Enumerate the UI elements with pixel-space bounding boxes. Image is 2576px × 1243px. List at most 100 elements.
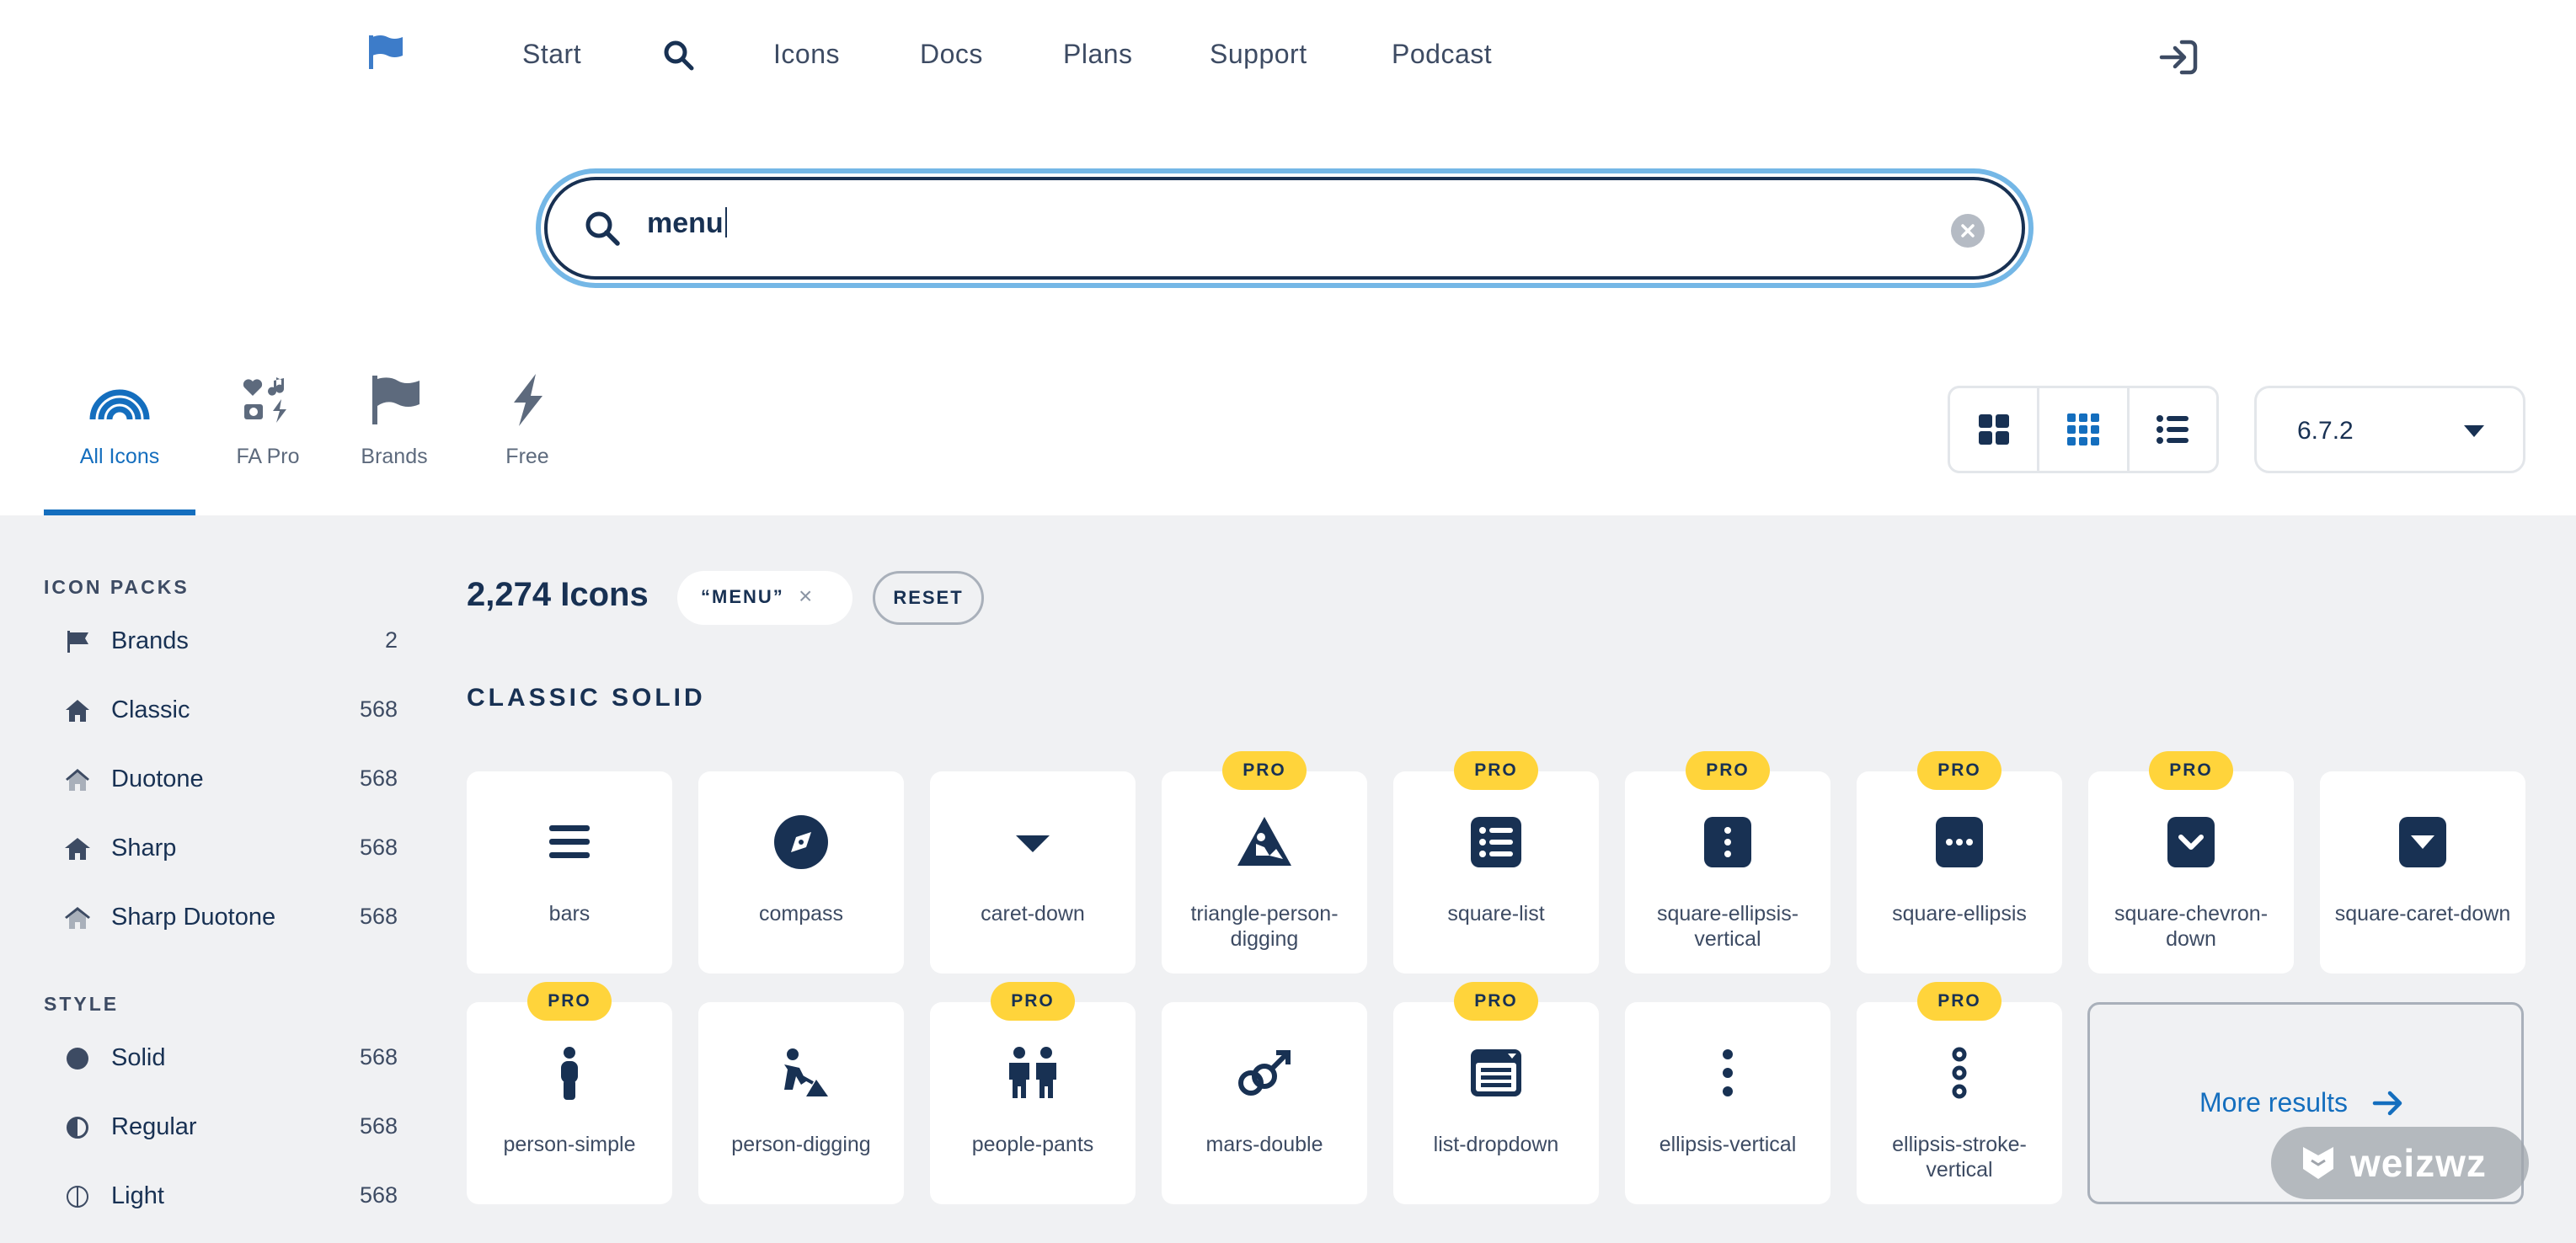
reset-button[interactable]: RESET [873,571,984,625]
icon-name: triangle-person-digging [1190,902,1339,951]
tab-free[interactable]: Free [494,371,561,514]
pro-badge: PRO [1454,751,1538,790]
icon-card[interactable]: PRO square-list [1393,751,1599,974]
ellipsis-stroke-vertical-icon [1931,1044,1988,1102]
icon-card[interactable]: compass [698,771,904,974]
clear-search-button[interactable] [1951,214,1985,248]
active-tab-indicator [44,509,195,515]
icon-name: caret-down [981,902,1085,926]
large-grid-view-button[interactable] [1950,388,2040,471]
ellipsis-vertical-icon [1699,1044,1756,1102]
house-sharp-duotone-icon [64,905,91,931]
icon-card[interactable]: PRO ellipsis-stroke-vertical [1857,982,2062,1204]
small-grid-view-button[interactable] [2039,388,2130,471]
list-icon [2156,415,2189,444]
more-results-label: More results [2199,1087,2349,1118]
tab-label: Free [505,445,549,468]
person-digging-icon [772,1044,830,1102]
pack-filter-classic[interactable]: Classic 568 [44,685,398,754]
search-filter-chip[interactable]: “MENU” × [677,571,852,625]
list-view-button[interactable] [2130,388,2216,471]
icon-name: person-simple [503,1133,636,1156]
bolt-icon [494,371,561,429]
icon-search-box: menu [536,168,2034,288]
style-count: 568 [359,1044,398,1070]
results-count: 2,274 Icons [467,576,649,613]
pack-label: Sharp Duotone [111,904,276,931]
circle-half-icon [64,1115,91,1140]
pack-count: 568 [359,696,398,722]
arrow-right-icon [2371,1089,2405,1118]
view-mode-toggle [1948,386,2219,473]
icon-search-input[interactable]: menu [544,177,2025,280]
icon-card[interactable]: PRO person-simple [467,982,672,1204]
icon-card[interactable]: PRO people-pants [930,982,1136,1204]
close-icon[interactable]: × [799,583,814,610]
flag-icon [361,371,428,429]
pack-filter-sharp-duotone[interactable]: Sharp Duotone 568 [44,892,398,961]
icon-card[interactable]: person-digging [698,1002,904,1204]
square-chevron-down-icon [2162,814,2220,871]
pro-badge: PRO [2149,751,2233,790]
icon-card[interactable]: caret-down [930,771,1136,974]
nav-support-link[interactable]: Support [1210,39,1307,70]
nav-icons-link[interactable]: Icons [773,39,840,70]
icon-card[interactable]: ellipsis-vertical [1625,1002,1830,1204]
nav-docs-link[interactable]: Docs [920,39,983,70]
nav-podcast-link[interactable]: Podcast [1392,39,1492,70]
compass-icon [772,814,830,871]
grid-small-icon [2066,413,2099,445]
icon-card[interactable]: PRO triangle-person-digging [1162,751,1367,974]
watermark: weizwz [2271,1127,2529,1199]
version-select[interactable]: 6.7.2 [2254,386,2525,473]
nav-plans-link[interactable]: Plans [1063,39,1133,70]
pack-filter-duotone[interactable]: Duotone 568 [44,754,398,823]
section-heading: CLASSIC SOLID [467,684,706,712]
pro-badge: PRO [1917,751,2001,790]
icon-card[interactable]: PRO square-ellipsis [1857,751,2062,974]
pro-badge: PRO [1917,982,2001,1021]
caret-down-icon [2462,424,2486,439]
style-heading: STYLE [44,993,120,1015]
grid-large-icon [1978,414,2009,445]
font-awesome-flag-logo-icon[interactable] [364,32,404,72]
icon-name: square-caret-down [2334,902,2511,926]
filter-sidebar: ICON PACKS Brands 2 Classic 568 Duotone … [44,576,398,1240]
icon-card[interactable]: PRO square-ellipsis-vertical [1625,751,1830,974]
style-filter-regular[interactable]: Regular 568 [44,1102,398,1171]
square-ellipsis-vertical-icon [1699,814,1756,871]
style-filter-solid[interactable]: Solid 568 [44,1032,398,1102]
nav-search-icon[interactable] [662,39,696,72]
tab-all-icons[interactable]: All Icons [44,371,195,514]
icon-card[interactable]: mars-double [1162,1002,1367,1204]
tab-label: All Icons [79,445,160,468]
pack-label: Duotone [111,766,204,792]
house-sharp-icon [64,836,91,862]
house-duotone-icon [64,767,91,792]
sign-in-icon[interactable] [2156,35,2200,79]
text-caret [724,207,727,237]
icon-name: people-pants [971,1133,1094,1156]
top-navigation: Start Icons Docs Plans Support Podcast [0,0,2576,109]
pack-label: Classic [111,696,190,723]
icon-card[interactable]: PRO list-dropdown [1393,982,1599,1204]
tab-brands[interactable]: Brands [352,371,436,514]
style-filter-light[interactable]: Light 568 [44,1171,398,1240]
icon-card[interactable]: square-caret-down [2320,771,2525,974]
mars-double-icon [1236,1044,1293,1102]
nav-start-link[interactable]: Start [522,39,581,70]
square-ellipsis-icon [1931,814,1988,871]
style-count: 568 [359,1182,398,1208]
pack-count: 568 [359,766,398,791]
icon-packs-heading: ICON PACKS [44,576,190,598]
pack-filter-sharp[interactable]: Sharp 568 [44,823,398,892]
square-list-icon [1467,814,1525,871]
icon-card[interactable]: bars [467,771,672,974]
tab-label: FA Pro [236,445,300,468]
icon-card[interactable]: PRO square-chevron-down [2088,751,2294,974]
caret-down-icon [1004,814,1061,871]
tab-fa-pro[interactable]: FA Pro [217,371,318,514]
pack-filter-brands[interactable]: Brands 2 [44,616,398,685]
pro-badge: PRO [1686,751,1770,790]
pack-count: 568 [359,904,398,929]
